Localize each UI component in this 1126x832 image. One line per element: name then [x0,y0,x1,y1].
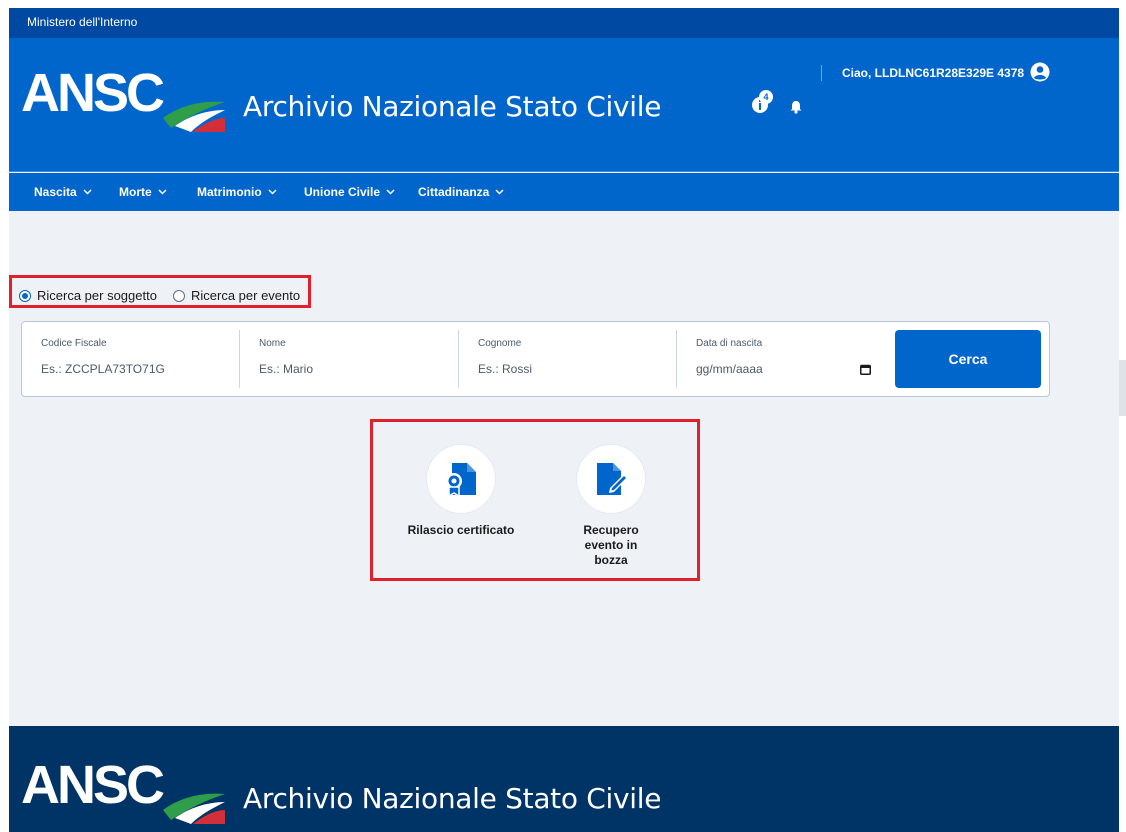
radio-label: Ricerca per evento [191,288,301,303]
radio-checked-icon [19,290,31,302]
user-greeting[interactable]: Ciao, LLDLNC61R28E329E 4378 [842,66,1024,80]
chevron-down-icon [386,189,395,195]
nome-field[interactable]: Nome Es.: Mario [259,330,449,388]
radio-label: Ricerca per soggetto [37,288,157,303]
header: ANSC Archivio Nazionale Stato Civile 4 [9,38,1119,172]
notifications-count-icon[interactable]: 4 [751,90,773,119]
field-label: Cognome [478,338,522,349]
ansc-logo[interactable]: ANSC [21,63,226,140]
field-label: Data di nascita [696,338,763,349]
nav-item-matrimonio[interactable]: Matrimonio [197,185,277,199]
field-divider [676,330,677,388]
bell-icon[interactable] [789,100,803,119]
data-nascita-field[interactable]: Data di nascita gg/mm/aaaa [696,330,876,388]
main-nav: Nascita Morte Matrimonio Unione Civile C… [9,173,1119,211]
chevron-down-icon [495,189,504,195]
footer: ANSC Archivio Nazionale Stato Civile [9,726,1119,832]
nav-label: Nascita [34,185,77,199]
cognome-field[interactable]: Cognome Es.: Rossi [478,330,668,388]
data-nascita-input[interactable]: gg/mm/aaaa [696,362,763,376]
footer-title: Archivio Nazionale Stato Civile [243,782,662,815]
recupero-evento-bozza-action[interactable]: Recupero evento in bozza [556,445,666,568]
certificate-icon [446,463,476,497]
logo-text: ANSC [21,63,165,123]
scroll-edge [1119,360,1126,416]
app-title: Archivio Nazionale Stato Civile [243,90,662,123]
action-circle [577,445,645,513]
radio-ricerca-evento[interactable]: Ricerca per evento [173,288,300,303]
flag-swoosh-icon [163,793,225,824]
logo-text: ANSC [21,755,165,815]
nav-label: Unione Civile [304,185,381,199]
header-separator [821,65,822,81]
field-label: Nome [259,338,286,349]
flag-swoosh-icon [163,101,225,132]
codice-fiscale-input[interactable]: Es.: ZCCPLA73TO71G [41,362,165,376]
action-circle [427,445,495,513]
chevron-down-icon [158,189,167,195]
nav-item-morte[interactable]: Morte [119,185,167,199]
edit-document-icon [597,463,628,495]
rilascio-certificato-action[interactable]: Rilascio certificato [406,445,516,538]
cerca-button[interactable]: Cerca [895,330,1041,388]
codice-fiscale-field[interactable]: Codice Fiscale Es.: ZCCPLA73TO71G [41,330,231,388]
radio-unchecked-icon [173,290,185,302]
nav-label: Morte [119,185,152,199]
field-label: Codice Fiscale [41,338,107,349]
nav-label: Cittadinanza [418,185,490,199]
footer-ansc-logo[interactable]: ANSC [21,755,226,832]
user-avatar-icon[interactable] [1030,62,1050,87]
nav-item-cittadinanza[interactable]: Cittadinanza [418,185,504,199]
nav-label: Matrimonio [197,185,262,199]
cognome-input[interactable]: Es.: Rossi [478,362,532,376]
action-label: Rilascio certificato [407,523,515,537]
ministry-bar: Ministero dell'Interno [9,8,1119,38]
chevron-down-icon [83,189,92,195]
nome-input[interactable]: Es.: Mario [259,362,313,376]
nav-item-unione-civile[interactable]: Unione Civile [304,185,395,199]
page: Ministero dell'Interno ANSC Archivio Naz… [9,8,1119,832]
chevron-down-icon [268,189,277,195]
nav-item-nascita[interactable]: Nascita [34,185,92,199]
radio-ricerca-soggetto[interactable]: Ricerca per soggetto [19,288,157,303]
notification-badge: 4 [759,90,773,104]
calendar-icon[interactable] [860,364,871,375]
field-divider [239,330,240,388]
search-card: Codice Fiscale Es.: ZCCPLA73TO71G Nome E… [21,321,1050,397]
ministry-link[interactable]: Ministero dell'Interno [27,15,137,29]
field-divider [458,330,459,388]
action-label: Recupero evento in bozza [583,523,639,567]
